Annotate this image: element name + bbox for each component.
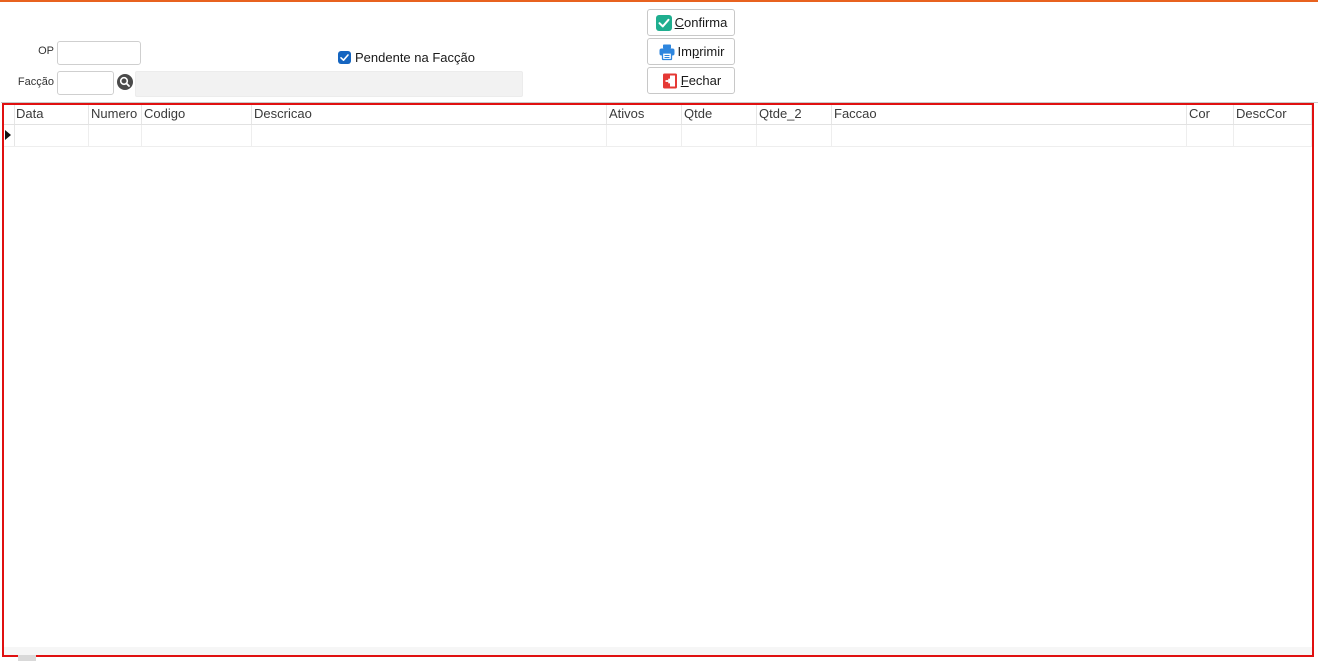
fechar-button[interactable]: Fechar: [647, 67, 735, 94]
bottom-scroll-handle[interactable]: [18, 655, 36, 661]
confirma-label: Confirma: [674, 15, 728, 30]
search-icon[interactable]: [117, 74, 133, 90]
imprimir-label: Imprimir: [677, 44, 725, 59]
window-accent-line: [0, 0, 1318, 2]
faccao-label: Facção: [17, 76, 54, 88]
exit-icon: [661, 72, 679, 90]
op-label: OP: [38, 45, 54, 57]
confirma-button[interactable]: Confirma: [647, 9, 735, 36]
imprimir-button[interactable]: Imprimir: [647, 38, 735, 65]
checkbox-checked-icon[interactable]: [338, 51, 351, 64]
printer-icon: [658, 43, 676, 61]
pendente-faccao-checkbox[interactable]: Pendente na Facção: [338, 50, 475, 65]
main-window: OP Facção Pendente na Facção Confirma Im…: [0, 0, 1318, 661]
fechar-label: Fechar: [680, 73, 722, 88]
pendente-faccao-label: Pendente na Facção: [355, 50, 475, 65]
op-input[interactable]: [57, 41, 141, 65]
grid-highlight-frame: [2, 103, 1314, 657]
faccao-description-field: [135, 71, 523, 97]
check-icon: [655, 14, 673, 32]
faccao-code-input[interactable]: [57, 71, 114, 95]
